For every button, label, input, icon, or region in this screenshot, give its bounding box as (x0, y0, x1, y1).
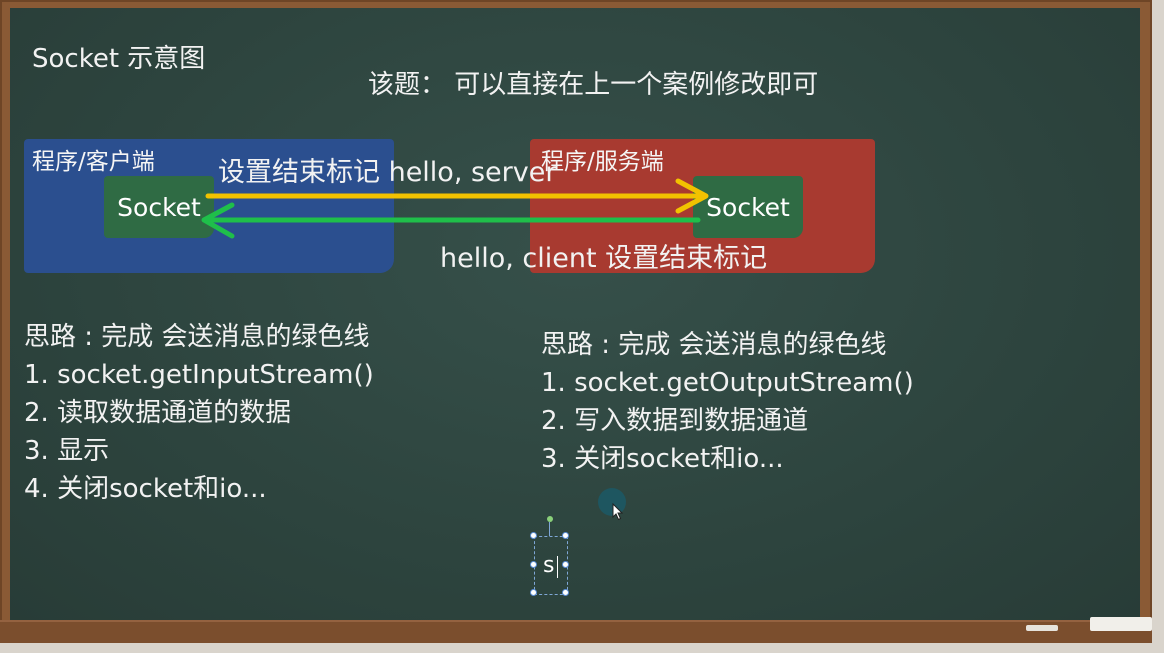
arrow-to-client (201, 202, 701, 239)
server-steps: 思路 : 完成 会送消息的绿色线 1. socket.getOutputStre… (541, 326, 914, 478)
client-step: 3. 显示 (24, 436, 110, 466)
server-step: 1. socket.getOutputStream() (541, 368, 914, 398)
message-to-client: hello, client 设置结束标记 (440, 243, 768, 274)
resize-handle[interactable] (562, 532, 569, 539)
client-step: 思路 : 完成 会送消息的绿色线 (24, 322, 370, 352)
server-step: 2. 写入数据到数据通道 (541, 406, 809, 436)
mouse-pointer-icon (612, 503, 624, 521)
resize-handle[interactable] (530, 589, 537, 596)
client-steps: 思路 : 完成 会送消息的绿色线 1. socket.getInputStrea… (24, 318, 374, 508)
message-to-server: 设置结束标记 hello, server (218, 157, 557, 188)
client-step: 1. socket.getInputStream() (24, 360, 374, 390)
server-step: 思路 : 完成 会送消息的绿色线 (541, 330, 887, 360)
resize-handle[interactable] (562, 561, 569, 568)
client-step: 4. 关闭socket和io... (24, 474, 267, 504)
rotate-handle-stem (549, 522, 550, 536)
resize-handle[interactable] (530, 532, 537, 539)
client-step: 2. 读取数据通道的数据 (24, 398, 292, 428)
text-caret (557, 556, 558, 578)
resize-handle[interactable] (562, 589, 569, 596)
resize-handle[interactable] (530, 561, 537, 568)
server-step: 3. 关闭socket和io... (541, 444, 784, 474)
rotate-handle[interactable] (547, 516, 553, 522)
text-edit-content[interactable]: s (543, 553, 554, 578)
